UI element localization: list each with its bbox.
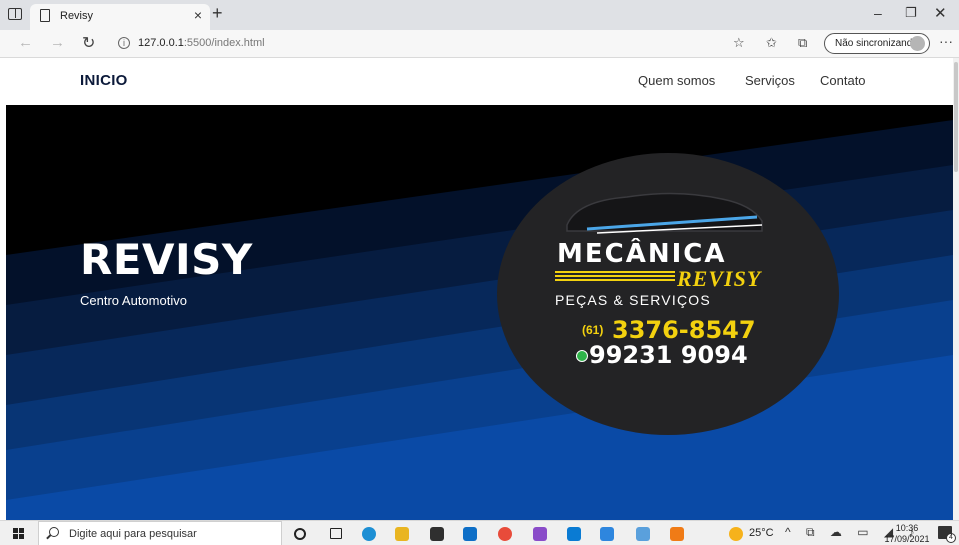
logo-whatsapp-number: 99231 9094 [589,341,748,369]
nav-quem-somos[interactable]: Quem somos [638,73,715,88]
restore-icon[interactable]: ❐ [905,5,917,21]
weather-temperature[interactable]: 25°C [749,527,774,539]
edge-icon[interactable] [362,527,376,541]
weather-sun-icon[interactable] [729,527,743,541]
page-scrollbar[interactable] [953,58,959,520]
close-window-icon[interactable]: ✕ [934,4,947,22]
whatsapp-icon [576,350,588,362]
hero-section: REVISY Centro Automotivo MECÂNICA REVISY… [6,105,953,520]
app-cube-icon[interactable] [600,527,614,541]
new-tab-button[interactable]: + [212,3,223,24]
browser-titlebar: Revisy × + – ❐ ✕ [0,0,959,30]
mail-icon[interactable] [463,527,477,541]
tab-revisy[interactable]: Revisy × [30,4,210,30]
avatar [910,36,925,51]
add-favorite-icon[interactable]: ☆ [733,35,745,51]
scrollbar-thumb[interactable] [954,62,958,172]
page-icon [40,9,50,22]
address-bar: ← → ↻ i 127.0.0.1:5500/index.html ☆ ✩ ⧉ … [0,30,959,58]
search-placeholder: Digite aqui para pesquisar [69,528,197,540]
notes-icon[interactable] [636,527,650,541]
forward-icon[interactable]: → [50,34,65,51]
taskbar-clock[interactable]: 10:36 17/09/2021 [884,523,930,545]
windows-start-icon[interactable] [13,528,25,540]
profile-button[interactable]: Não sincronizando [824,33,930,54]
url-host: 127.0.0.1 [138,37,184,49]
clock-time: 10:36 [895,523,919,533]
clock-date: 17/09/2021 [884,534,930,544]
logo-brand-accent: REVISY [677,266,762,291]
taskbar: Digite aqui para pesquisar 25°C ^ ⧉ ☁ ▭ … [0,520,959,545]
profile-label: Não sincronizando [835,38,918,49]
tab-close-icon[interactable]: × [194,7,202,23]
logo-stripes [555,271,675,285]
logo-brand: MECÂNICA [557,239,727,269]
taskbar-search[interactable]: Digite aqui para pesquisar [38,521,282,545]
url-path: :5500/index.html [183,37,265,49]
site-navbar: INICIO Quem somos Serviços Contato [0,58,959,105]
tab-title: Revisy [60,10,94,22]
search-icon [49,527,59,537]
favorites-icon[interactable]: ✩ [766,35,777,51]
site-info-icon[interactable]: i [118,37,130,49]
logo-tagline: PEÇAS & SERVIÇOS [555,292,711,308]
nav-servicos[interactable]: Serviços [745,73,795,88]
logo-area-code: (61) [582,323,604,337]
tab-actions-icon[interactable] [8,8,22,20]
notification-count-badge: 4 [946,533,956,543]
store-icon[interactable] [430,527,444,541]
vscode-icon[interactable] [567,527,581,541]
cortana-icon[interactable] [294,528,306,540]
back-icon[interactable]: ← [18,34,33,51]
more-menu-icon[interactable]: ··· [939,33,953,49]
mecanica-logo: MECÂNICA REVISY PEÇAS & SERVIÇOS (61) 33… [497,153,839,435]
visual-studio-icon[interactable] [533,527,547,541]
car-silhouette-icon [566,192,763,234]
refresh-icon[interactable]: ↻ [82,33,95,53]
hero-title: REVISY [80,235,253,284]
hero-subtitle: Centro Automotivo [80,293,187,308]
collections-icon[interactable]: ⧉ [798,35,807,51]
chrome-icon[interactable] [498,527,512,541]
brand-link[interactable]: INICIO [80,72,128,89]
logo-phone: 3376-8547 [612,316,756,344]
url-input[interactable]: 127.0.0.1:5500/index.html [138,37,265,49]
sublime-text-icon[interactable] [670,527,684,541]
nav-contato[interactable]: Contato [820,73,866,88]
page-content: INICIO Quem somos Serviços Contato REVIS… [0,58,959,520]
file-explorer-icon[interactable] [395,527,409,541]
minimize-icon[interactable]: – [874,5,882,21]
task-view-icon[interactable] [330,528,342,539]
